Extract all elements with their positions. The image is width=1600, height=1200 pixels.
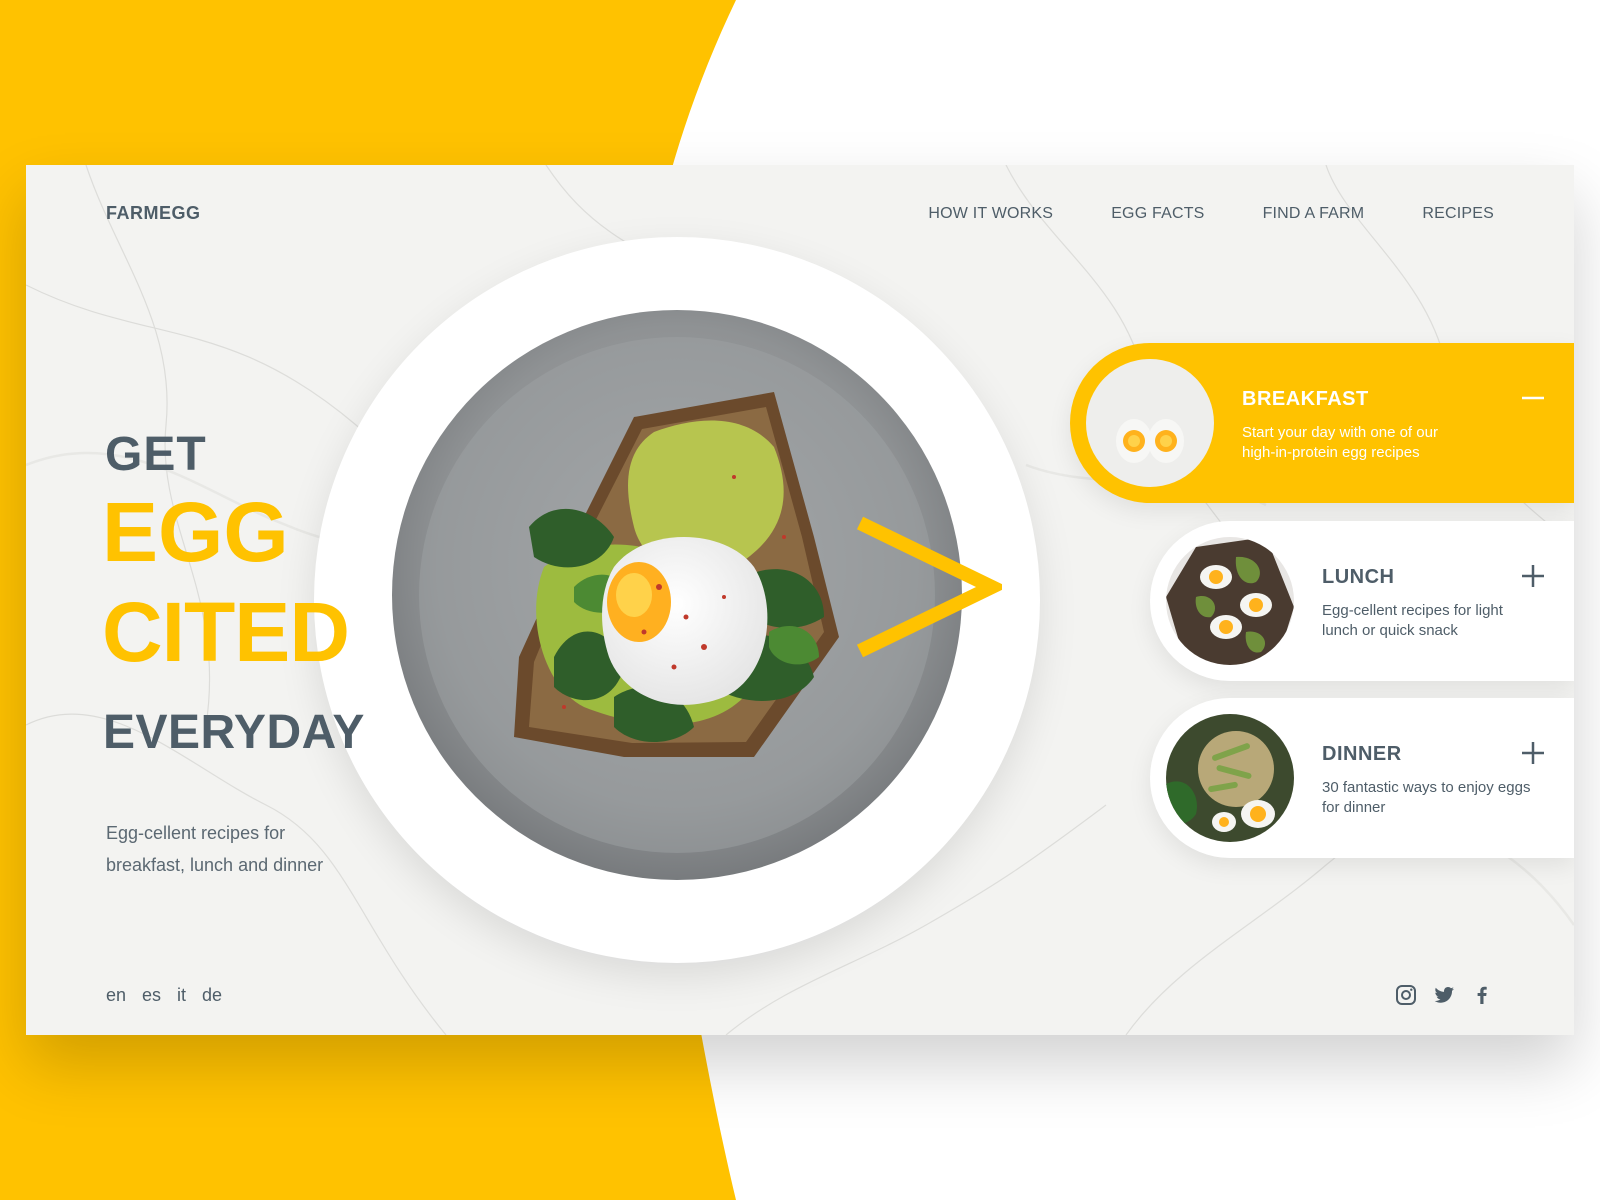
lang-es[interactable]: es (142, 985, 161, 1006)
plus-icon[interactable] (1518, 738, 1548, 768)
minus-icon[interactable] (1518, 383, 1548, 413)
lunch-photo (1166, 537, 1294, 665)
facebook-icon[interactable] (1470, 983, 1494, 1007)
meal-title-lunch: LUNCH (1322, 566, 1395, 588)
nav-egg-facts[interactable]: EGG FACTS (1111, 205, 1204, 223)
hero-line-everyday: EVERYDAY (103, 706, 365, 759)
social-links (1380, 983, 1494, 1007)
hero-line-get: GET (105, 428, 207, 481)
meal-card-lunch[interactable]: LUNCH Egg-cellent recipes for light lunc… (1150, 521, 1574, 681)
main-nav: HOW IT WORKS EGG FACTS FIND A FARM RECIP… (870, 205, 1494, 223)
main-card: FARMEGG HOW IT WORKS EGG FACTS FIND A FA… (26, 165, 1574, 1035)
plus-icon[interactable] (1518, 561, 1548, 591)
meal-card-breakfast[interactable]: BREAKFAST Start your day with one of our… (1070, 343, 1574, 503)
meal-desc-dinner: 30 fantastic ways to enjoy eggs for dinn… (1322, 779, 1531, 816)
language-switcher: en es it de (106, 985, 238, 1006)
meal-card-dinner[interactable]: DINNER 30 fantastic ways to enjoy eggs f… (1150, 698, 1574, 858)
hero-line-cited: CITED (102, 585, 350, 679)
hero-line-egg: EGG (102, 485, 289, 579)
lang-it[interactable]: it (177, 985, 186, 1006)
meal-desc-lunch: Egg-cellent recipes for light lunch or q… (1322, 602, 1503, 639)
brand-logo[interactable]: FARMEGG (106, 203, 201, 224)
lang-de[interactable]: de (202, 985, 222, 1006)
dinner-photo (1166, 714, 1294, 842)
nav-how-it-works[interactable]: HOW IT WORKS (928, 205, 1053, 223)
lang-en[interactable]: en (106, 985, 126, 1006)
breakfast-photo (1086, 359, 1214, 487)
meal-desc-breakfast: Start your day with one of our high-in-p… (1242, 424, 1438, 461)
instagram-icon[interactable] (1394, 983, 1418, 1007)
hero-tagline: Egg-cellent recipes for breakfast, lunch… (106, 823, 324, 875)
meal-title-dinner: DINNER (1322, 743, 1402, 765)
meal-title-breakfast: BREAKFAST (1242, 388, 1369, 410)
nav-recipes[interactable]: RECIPES (1422, 205, 1494, 223)
nav-find-a-farm[interactable]: FIND A FARM (1263, 205, 1365, 223)
chevron-right-icon[interactable] (852, 515, 1002, 665)
twitter-icon[interactable] (1432, 983, 1456, 1007)
